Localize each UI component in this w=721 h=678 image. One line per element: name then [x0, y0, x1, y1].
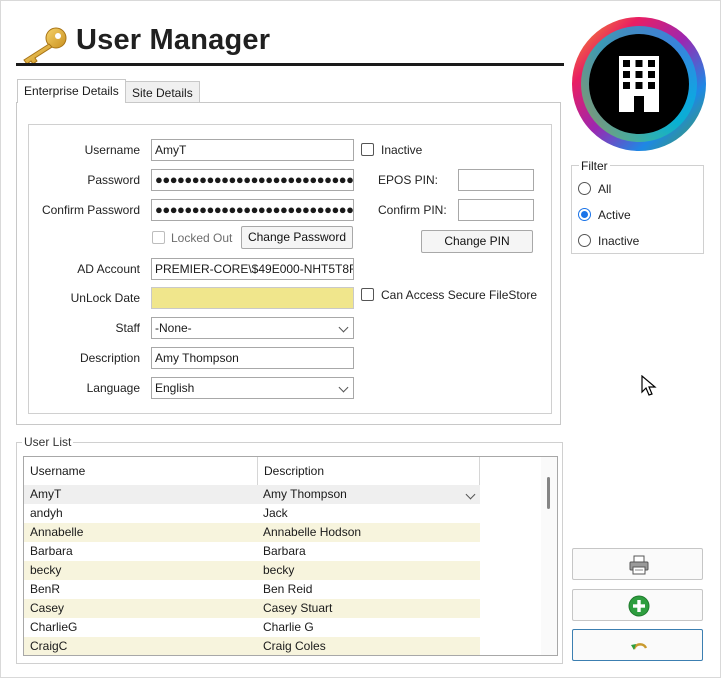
undo-button[interactable] [572, 629, 703, 661]
filter-legend: Filter [579, 159, 610, 173]
change-password-button[interactable]: Change Password [241, 226, 353, 249]
inactive-label: Inactive [381, 143, 423, 157]
user-list-grid[interactable]: Username Description AmyT Amy Thompson an… [23, 456, 558, 656]
table-row[interactable]: andyh Jack [24, 504, 480, 523]
filter-all-radio[interactable] [578, 182, 591, 195]
add-user-button[interactable] [572, 589, 703, 621]
filter-active-label[interactable]: Active [598, 208, 631, 222]
epos-pin-input[interactable] [458, 169, 534, 191]
cell-username: Annabelle [30, 525, 84, 539]
add-icon [628, 595, 650, 617]
cell-username: AmyT [30, 487, 62, 501]
secure-filestore-label: Can Access Secure FileStore [381, 288, 538, 302]
filter-inactive-radio[interactable] [578, 234, 591, 247]
cell-description: Casey Stuart [263, 601, 333, 615]
table-row[interactable]: CraigC Craig Coles [24, 637, 480, 655]
table-row[interactable]: Annabelle Annabelle Hodson [24, 523, 480, 542]
confirm-pin-label: Confirm PIN: [378, 203, 447, 217]
language-select[interactable]: English [151, 377, 354, 399]
vertical-scrollbar[interactable] [541, 457, 557, 655]
username-label: Username [84, 143, 140, 157]
table-row[interactable]: CharlieG Charlie G [24, 618, 480, 637]
cell-description: Ben Reid [263, 582, 313, 596]
epos-pin-label: EPOS PIN: [378, 173, 439, 187]
key-icon [23, 27, 67, 65]
building-logo-icon [572, 17, 706, 151]
scrollbar-thumb[interactable] [547, 477, 550, 509]
column-header-username[interactable]: Username [24, 457, 257, 485]
filter-inactive-label[interactable]: Inactive [598, 234, 639, 248]
description-label: Description [79, 351, 140, 365]
staff-select[interactable]: -None- [151, 317, 354, 339]
table-row[interactable]: Barbara Barbara [24, 542, 480, 561]
cell-description: Craig Coles [263, 639, 326, 653]
confirm-password-input[interactable]: ●●●●●●●●●●●●●●●●●●●●●●●●●●●●●●●●●● [151, 199, 354, 221]
username-input[interactable]: AmyT [151, 139, 354, 161]
cell-description: Barbara [263, 544, 306, 558]
cell-username: BenR [30, 582, 61, 596]
undo-icon [631, 643, 648, 650]
tab-site-details[interactable]: Site Details [125, 81, 200, 103]
cell-username: CraigC [30, 639, 68, 653]
mouse-cursor-icon [641, 375, 657, 396]
print-button[interactable] [572, 548, 703, 580]
grid-rows: AmyT Amy Thompson andyh Jack Annabelle Anna… [24, 485, 480, 655]
table-row[interactable]: becky becky [24, 561, 480, 580]
cell-username: becky [30, 563, 62, 577]
table-row[interactable]: Casey Casey Stuart [24, 599, 480, 618]
locked-out-checkbox[interactable] [152, 231, 165, 244]
confirm-pin-input[interactable] [458, 199, 534, 221]
filter-active-radio[interactable] [578, 208, 591, 221]
cell-description: Charlie G [263, 620, 314, 634]
staff-label: Staff [115, 321, 140, 335]
language-label: Language [86, 381, 140, 395]
column-header-description[interactable]: Description [258, 457, 479, 485]
cell-username: Barbara [30, 544, 73, 558]
table-row[interactable]: AmyT Amy Thompson [24, 485, 480, 504]
description-input[interactable]: Amy Thompson [151, 347, 354, 369]
confirm-password-label: Confirm Password [41, 203, 140, 217]
unlock-date-label: UnLock Date [70, 291, 140, 305]
cell-description: becky [263, 563, 295, 577]
cell-description: Amy Thompson [263, 487, 347, 501]
unlock-date-input[interactable] [151, 287, 354, 309]
ad-account-input[interactable]: PREMIER-CORE\$49E000-NHT5T8F52 [151, 258, 354, 280]
printer-icon [629, 555, 649, 575]
inactive-checkbox[interactable] [361, 143, 374, 156]
change-pin-button[interactable]: Change PIN [421, 230, 533, 253]
cell-username: Casey [30, 601, 65, 615]
filter-all-label[interactable]: All [598, 182, 611, 196]
secure-filestore-checkbox[interactable] [361, 288, 374, 301]
page-title: User Manager [76, 24, 271, 56]
title-divider [16, 63, 564, 66]
cell-description: Annabelle Hodson [263, 525, 362, 539]
ad-account-label: AD Account [77, 262, 140, 276]
locked-out-label: Locked Out [171, 231, 233, 245]
cell-username: andyh [30, 506, 63, 520]
cell-description: Jack [263, 506, 288, 520]
cell-username: CharlieG [30, 620, 78, 634]
password-input[interactable]: ●●●●●●●●●●●●●●●●●●●●●●●●●●●●●●●●●● [151, 169, 354, 191]
table-row[interactable]: BenR Ben Reid [24, 580, 480, 599]
grid-header: Username Description [24, 457, 480, 486]
tab-enterprise-details[interactable]: Enterprise Details [17, 79, 126, 103]
password-label: Password [87, 173, 140, 187]
user-list-legend: User List [22, 435, 74, 449]
